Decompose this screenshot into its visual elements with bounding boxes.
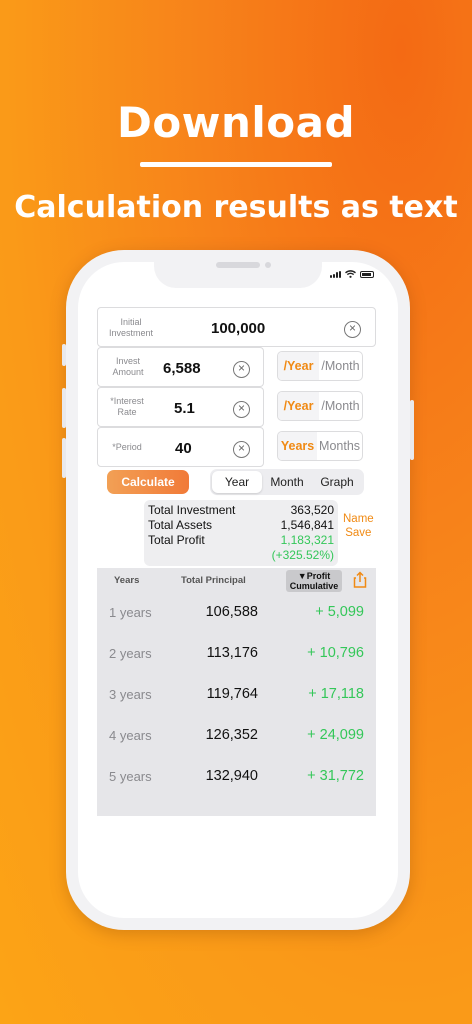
clear-icon[interactable]: × xyxy=(344,321,361,338)
row-year: 4 years xyxy=(109,728,152,743)
period-unit-years[interactable]: Years xyxy=(278,432,318,460)
battery-icon xyxy=(360,270,374,278)
col-years[interactable]: Years xyxy=(114,575,139,586)
signal-icon xyxy=(330,270,341,278)
amount-unit-year[interactable]: /Year xyxy=(278,352,320,380)
col-total-principal[interactable]: Total Principal xyxy=(181,575,246,586)
row-profit: + 17,118 xyxy=(308,686,364,702)
row-principal: 106,588 xyxy=(205,604,258,620)
clear-icon[interactable]: × xyxy=(233,441,250,458)
table-header: Years Total Principal ▼Profit Cumulative xyxy=(97,568,376,594)
table-row: 1 years 106,588 + 5,099 xyxy=(97,593,376,634)
tab-month[interactable]: Month xyxy=(262,471,312,493)
period-unit-months[interactable]: Months xyxy=(317,432,362,460)
row-principal: 119,764 xyxy=(206,686,258,702)
invest-amount-value: 6,588 xyxy=(163,360,201,377)
col-profit-line-1: ▼Profit xyxy=(297,571,331,581)
table-row: 5 years 132,940 + 31,772 xyxy=(97,757,376,798)
row-principal: 113,176 xyxy=(206,645,258,661)
period-field[interactable]: *Period 40 × xyxy=(97,427,264,467)
total-profit-percent: (+325.52%) xyxy=(271,548,334,562)
phone-power-button xyxy=(410,400,414,460)
period-unit-toggle[interactable]: Years Months xyxy=(277,431,363,461)
invest-amount-label: Invest Amount xyxy=(112,356,144,377)
name-save-line-2: Save xyxy=(345,527,372,539)
total-profit-value: 1,183,321 xyxy=(280,533,334,547)
name-save-line-1: Name xyxy=(343,513,374,525)
tab-year[interactable]: Year xyxy=(212,471,262,493)
col-profit-line-2: Cumulative xyxy=(289,581,339,591)
results-table[interactable]: Years Total Principal ▼Profit Cumulative… xyxy=(97,568,376,816)
total-investment-label: Total Investment xyxy=(148,503,236,517)
row-year: 5 years xyxy=(109,769,152,784)
clear-icon[interactable]: × xyxy=(233,361,250,378)
amount-unit-month[interactable]: /Month xyxy=(319,352,362,380)
total-investment-value: 363,520 xyxy=(290,503,334,517)
initial-investment-label: Initial Investment xyxy=(108,317,154,338)
row-principal: 132,940 xyxy=(205,768,258,784)
row-profit: + 10,796 xyxy=(307,645,364,661)
period-label: *Period xyxy=(112,442,142,452)
table-row: 2 years 113,176 + 10,796 xyxy=(97,634,376,675)
calculate-button[interactable]: Calculate xyxy=(107,470,189,494)
amount-unit-toggle[interactable]: /Year /Month xyxy=(277,351,363,381)
wifi-icon xyxy=(345,270,356,278)
row-profit: + 24,099 xyxy=(307,727,364,743)
initial-investment-field[interactable]: Initial Investment 100,000 × xyxy=(97,307,376,347)
row-principal: 126,352 xyxy=(205,727,258,743)
banner-subtitle: Calculation results as text xyxy=(14,190,458,225)
clear-icon[interactable]: × xyxy=(233,401,250,418)
share-icon[interactable] xyxy=(351,571,369,589)
phone-volume-down xyxy=(62,438,66,478)
tab-graph[interactable]: Graph xyxy=(312,471,362,493)
rate-unit-toggle[interactable]: /Year /Month xyxy=(277,391,363,421)
col-profit-cumulative[interactable]: ▼Profit Cumulative xyxy=(286,570,342,592)
total-profit-label: Total Profit xyxy=(148,533,205,547)
total-assets-label: Total Assets xyxy=(148,518,213,532)
speaker xyxy=(216,262,260,268)
table-row: 3 years 119,764 + 17,118 xyxy=(97,675,376,716)
status-bar xyxy=(330,270,374,278)
camera xyxy=(265,262,271,268)
interest-rate-label: *Interest Rate xyxy=(110,396,144,417)
row-profit: + 5,099 xyxy=(315,604,364,620)
table-row: 4 years 126,352 + 24,099 xyxy=(97,716,376,757)
interest-rate-field[interactable]: *Interest Rate 5.1 × xyxy=(97,387,264,427)
row-profit: + 31,772 xyxy=(307,768,364,784)
row-year: 1 years xyxy=(109,605,152,620)
interest-rate-value: 5.1 xyxy=(174,400,195,417)
title-underline xyxy=(140,162,332,167)
total-assets-value: 1,546,841 xyxy=(280,518,334,532)
phone-side-button xyxy=(62,344,66,366)
phone-volume-up xyxy=(62,388,66,428)
name-save-button[interactable]: Name Save xyxy=(343,512,374,540)
view-tabs: Year Month Graph xyxy=(210,469,364,495)
invest-amount-field[interactable]: Invest Amount 6,588 × xyxy=(97,347,264,387)
row-year: 3 years xyxy=(109,687,152,702)
results-summary: Total Investment 363,520 Total Assets 1,… xyxy=(144,500,338,566)
period-value: 40 xyxy=(175,440,192,457)
row-year: 2 years xyxy=(109,646,152,661)
rate-unit-year[interactable]: /Year xyxy=(278,392,320,420)
banner-title: Download xyxy=(116,98,356,147)
initial-investment-value: 100,000 xyxy=(211,320,266,337)
rate-unit-month[interactable]: /Month xyxy=(319,392,362,420)
